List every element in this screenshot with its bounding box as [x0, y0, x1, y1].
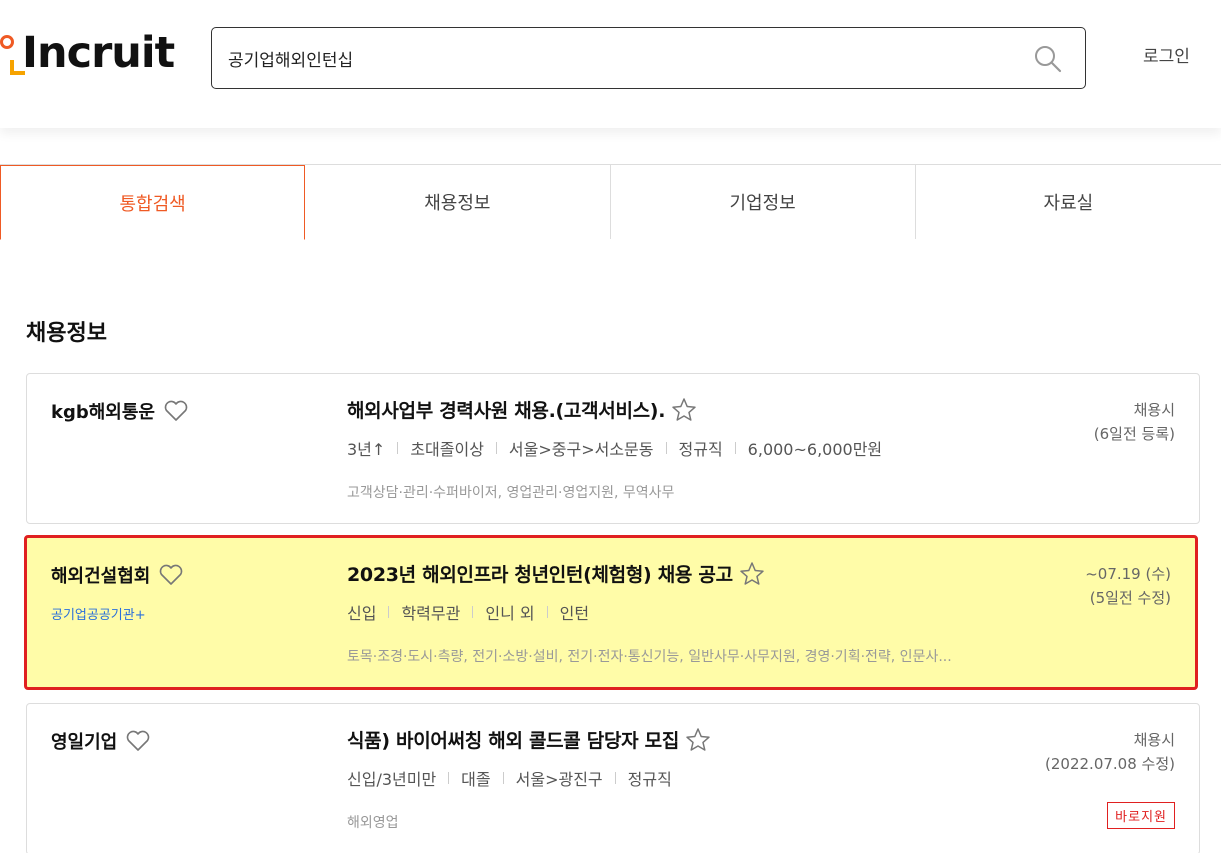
- condition-location: 인니 외: [485, 604, 535, 623]
- job-tags: 해외영업: [347, 815, 399, 831]
- job-meta: 채용시 (2022.07.08 수정): [1045, 728, 1175, 776]
- header: Incruit 로그인: [0, 0, 1221, 128]
- condition-education: 초대졸이상: [410, 440, 484, 459]
- company-name[interactable]: 해외건설협회: [51, 562, 150, 588]
- condition-experience: 3년↑: [347, 440, 386, 459]
- job-card: kgb해외통운 해외사업부 경력사원 채용.(고객서비스). 3년↑ 초대졸이상…: [26, 373, 1200, 524]
- divider: [388, 606, 390, 618]
- job-deadline: 채용시: [1133, 401, 1175, 419]
- heart-icon[interactable]: [163, 400, 189, 422]
- job-conditions: 3년↑ 초대졸이상 서울>중구>서소문동 정규직 6,000~6,000만원: [347, 436, 882, 460]
- divider: [502, 772, 504, 784]
- condition-education: 학력무관: [401, 604, 461, 623]
- job-card: 영일기업 식품) 바이어써칭 해외 콜드콜 담당자 모집 신입/3년미만 대졸 …: [26, 703, 1200, 853]
- condition-experience: 신입: [347, 604, 377, 623]
- divider: [495, 442, 497, 454]
- heart-icon[interactable]: [125, 730, 151, 752]
- divider: [397, 442, 399, 454]
- tab-company-info[interactable]: 기업정보: [610, 165, 916, 239]
- job-title-row: 2023년 해외인프라 청년인턴(체험형) 채용 공고: [347, 560, 765, 587]
- job-conditions: 신입 학력무관 인니 외 인턴: [347, 600, 589, 624]
- incruit-logo[interactable]: Incruit: [0, 30, 175, 86]
- job-posted: (2022.07.08 수정): [1045, 755, 1175, 773]
- condition-employment-type: 정규직: [627, 770, 672, 789]
- job-title-link[interactable]: 해외사업부 경력사원 채용.(고객서비스).: [347, 396, 665, 423]
- job-meta: 채용시 (6일전 등록): [1094, 398, 1175, 446]
- job-posted: (6일전 등록): [1093, 425, 1175, 443]
- divider: [546, 606, 548, 618]
- condition-location: 서울>광진구: [515, 770, 603, 789]
- search-box: [211, 27, 1086, 89]
- job-meta: ~07.19 (수) (5일전 수정): [1085, 562, 1171, 610]
- star-icon[interactable]: [671, 397, 697, 423]
- divider: [614, 772, 616, 784]
- star-icon[interactable]: [739, 561, 765, 587]
- public-company-badge[interactable]: 공기업공공기관+: [51, 604, 146, 623]
- job-deadline: ~07.19 (수): [1085, 565, 1171, 583]
- job-conditions: 신입/3년미만 대졸 서울>광진구 정규직: [347, 766, 672, 790]
- tab-resources[interactable]: 자료실: [915, 165, 1221, 239]
- job-title-link[interactable]: 2023년 해외인프라 청년인턴(체험형) 채용 공고: [347, 560, 733, 587]
- search-tabs: 통합검색 채용정보 기업정보 자료실: [0, 164, 1221, 240]
- job-title-link[interactable]: 식품) 바이어써칭 해외 콜드콜 담당자 모집: [347, 726, 679, 753]
- condition-employment-type: 정규직: [678, 440, 723, 459]
- login-link[interactable]: 로그인: [1143, 42, 1190, 67]
- job-deadline: 채용시: [1133, 731, 1175, 749]
- divider: [665, 442, 667, 454]
- star-icon[interactable]: [685, 727, 711, 753]
- company-name-row: 영일기업: [51, 728, 151, 754]
- logo-text: Incruit: [22, 28, 175, 78]
- section-title: 채용정보: [26, 321, 107, 346]
- condition-employment-type: 인턴: [559, 604, 590, 623]
- job-title-row: 식품) 바이어써칭 해외 콜드콜 담당자 모집: [347, 726, 711, 753]
- heart-icon[interactable]: [158, 564, 184, 586]
- job-tags: 고객상담·관리·수퍼바이저, 영업관리·영업지원, 무역사무: [347, 485, 675, 501]
- company-name[interactable]: 영일기업: [51, 728, 117, 754]
- job-posted: (5일전 수정): [1089, 589, 1171, 607]
- search-icon[interactable]: [1033, 44, 1063, 74]
- divider: [472, 606, 474, 618]
- condition-education: 대졸: [461, 770, 491, 789]
- condition-experience: 신입/3년미만: [347, 770, 437, 789]
- job-card-highlighted: 해외건설협회 공기업공공기관+ 2023년 해외인프라 청년인턴(체험형) 채용…: [24, 535, 1198, 690]
- condition-salary: 6,000~6,000만원: [747, 440, 883, 459]
- search-input[interactable]: [228, 42, 1008, 74]
- quick-apply-button[interactable]: 바로지원: [1107, 802, 1175, 829]
- company-name-row: kgb해외통운: [51, 398, 189, 424]
- tab-job-info[interactable]: 채용정보: [305, 165, 611, 239]
- company-name-row: 해외건설협회: [51, 562, 184, 588]
- company-name[interactable]: kgb해외통운: [51, 398, 155, 424]
- tab-integrated-search[interactable]: 통합검색: [0, 165, 306, 240]
- divider: [734, 442, 736, 454]
- job-tags: 토목·조경·도시·측량, 전기·소방·설비, 전기·전자·통신기능, 일반사무·…: [347, 649, 952, 665]
- job-title-row: 해외사업부 경력사원 채용.(고객서비스).: [347, 396, 697, 423]
- logo-dot-icon: [0, 35, 14, 49]
- condition-location: 서울>중구>서소문동: [508, 440, 654, 459]
- divider: [448, 772, 450, 784]
